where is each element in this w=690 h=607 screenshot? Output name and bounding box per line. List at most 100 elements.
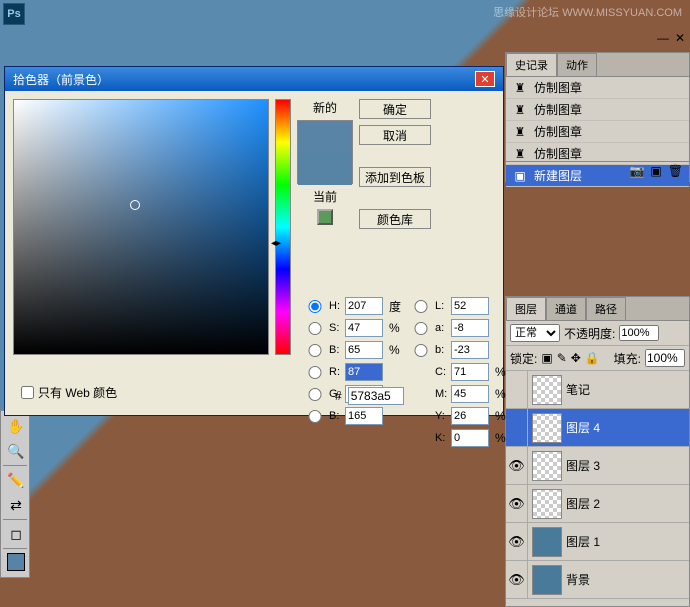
- ok-button[interactable]: 确定: [359, 99, 431, 119]
- visibility-icon[interactable]: 👁: [506, 485, 528, 522]
- tab-actions[interactable]: 动作: [557, 53, 597, 76]
- history-label: 仿制图章: [534, 101, 582, 118]
- s-input[interactable]: [345, 319, 383, 337]
- radio-b2[interactable]: [305, 410, 325, 423]
- separator: [3, 548, 27, 549]
- visibility-icon[interactable]: 👁: [506, 523, 528, 560]
- lock-trans-icon[interactable]: ▣: [541, 351, 552, 365]
- visibility-icon[interactable]: 👁: [506, 561, 528, 598]
- layer-row[interactable]: 👁 图层 2: [506, 485, 689, 523]
- layer-thumb[interactable]: [532, 375, 562, 405]
- radio-h[interactable]: [305, 300, 325, 313]
- new-snapshot-icon[interactable]: 📷: [629, 164, 644, 179]
- layer-row[interactable]: 👁图层 3: [506, 447, 689, 485]
- stamp-icon: ♜: [512, 124, 528, 140]
- history-row[interactable]: ♜ 仿制图章: [506, 77, 689, 99]
- app-icon: Ps: [3, 3, 25, 25]
- radio-s[interactable]: [305, 322, 325, 335]
- history-panel: —✕ 史记录 动作 ♜仿制图章♜仿制图章♜仿制图章♜仿制图章▣新建图层 📷 ▣ …: [505, 52, 690, 182]
- layer-name: 图层 1: [566, 533, 600, 550]
- watermark: 思缘设计论坛 WWW.MISSYUAN.COM: [493, 4, 682, 20]
- layer-thumb[interactable]: [532, 527, 562, 557]
- history-row[interactable]: ♜ 仿制图章: [506, 121, 689, 143]
- minimize-icon[interactable]: —: [657, 31, 669, 45]
- tool-mask-icon[interactable]: ◻: [4, 522, 28, 546]
- color-lib-button[interactable]: 颜色库: [359, 209, 431, 229]
- tool-hand-icon[interactable]: ✋: [4, 414, 28, 438]
- layer-name: 图层 2: [566, 495, 600, 512]
- k-input[interactable]: [451, 429, 489, 447]
- web-only-checkbox[interactable]: [21, 386, 34, 399]
- layer-row[interactable]: 👁 图层 1: [506, 523, 689, 561]
- trash-icon[interactable]: 🗑: [668, 164, 683, 179]
- lock-move-icon[interactable]: ✥: [571, 351, 581, 365]
- dialog-titlebar[interactable]: 拾色器（前景色） ✕: [5, 67, 503, 91]
- radio-r[interactable]: [305, 366, 325, 379]
- layer-name: 笔记: [566, 381, 590, 398]
- m-input[interactable]: [451, 385, 489, 403]
- layer-name: 背景: [566, 571, 590, 588]
- stamp-icon: ♜: [512, 80, 528, 96]
- hue-slider[interactable]: ◂▸: [275, 99, 291, 355]
- cube-icon[interactable]: [317, 209, 333, 225]
- tab-paths[interactable]: 路径: [586, 297, 626, 320]
- cancel-button[interactable]: 取消: [359, 125, 431, 145]
- color-fields: H:度 L: S:% a: B:% b: R: C:% G: M:% B: Y:…: [305, 297, 513, 447]
- stamp-icon: ♜: [512, 146, 528, 162]
- layer-thumb[interactable]: [532, 489, 562, 519]
- tool-zoom-icon[interactable]: 🔍: [4, 439, 28, 463]
- visibility-icon[interactable]: 👁: [506, 447, 528, 484]
- toolbar-left: ✋ 🔍 ✏️ ⇄ ◻: [0, 410, 30, 578]
- layer-thumb[interactable]: [532, 451, 562, 481]
- radio-b[interactable]: [305, 344, 325, 357]
- a-input[interactable]: [451, 319, 489, 337]
- tab-history[interactable]: 史记录: [506, 53, 557, 76]
- layer-row[interactable]: 图层 4: [506, 409, 689, 447]
- history-label: 仿制图章: [534, 79, 582, 96]
- h-input[interactable]: [345, 297, 383, 315]
- layer-row[interactable]: 笔记: [506, 371, 689, 409]
- new-doc-icon[interactable]: ▣: [650, 164, 661, 179]
- lock-paint-icon[interactable]: ✎: [557, 351, 567, 365]
- history-label: 仿制图章: [534, 145, 582, 162]
- color-field[interactable]: [13, 99, 269, 355]
- close-icon[interactable]: ✕: [675, 31, 685, 45]
- radio-l[interactable]: [411, 300, 431, 313]
- add-swatch-button[interactable]: 添加到色板: [359, 167, 431, 187]
- y-input[interactable]: [451, 407, 489, 425]
- separator: [3, 465, 27, 466]
- current-label: 当前: [313, 188, 337, 205]
- color-cursor: [130, 200, 140, 210]
- r-input[interactable]: [345, 363, 383, 381]
- b-input[interactable]: [345, 341, 383, 359]
- layer-thumb[interactable]: [532, 565, 562, 595]
- opacity-input[interactable]: [619, 325, 659, 341]
- c-input[interactable]: [451, 363, 489, 381]
- tool-brush-icon[interactable]: ✏️: [4, 468, 28, 492]
- layer-thumb[interactable]: [532, 413, 562, 443]
- hue-cursor: ◂▸: [271, 238, 297, 249]
- lock-all-icon[interactable]: 🔒: [585, 351, 600, 365]
- separator: [3, 519, 27, 520]
- b2-input[interactable]: [345, 407, 383, 425]
- foreground-color-swatch[interactable]: [7, 553, 25, 571]
- tool-swap-icon[interactable]: ⇄: [4, 493, 28, 517]
- tab-channels[interactable]: 通道: [546, 297, 586, 320]
- l-input[interactable]: [451, 297, 489, 315]
- radio-a[interactable]: [411, 322, 431, 335]
- history-row[interactable]: ♜ 仿制图章: [506, 99, 689, 121]
- radio-lab-b[interactable]: [411, 344, 431, 357]
- current-color-swatch[interactable]: [298, 153, 352, 185]
- radio-g[interactable]: [305, 388, 325, 401]
- close-icon[interactable]: ✕: [475, 71, 495, 87]
- blend-mode-select[interactable]: 正常: [510, 324, 560, 342]
- stamp-icon: ♜: [512, 102, 528, 118]
- fill-input[interactable]: [645, 349, 685, 367]
- hex-row: #: [335, 387, 404, 405]
- history-label: 仿制图章: [534, 123, 582, 140]
- lab-b-input[interactable]: [451, 341, 489, 359]
- layer-row[interactable]: 👁 背景: [506, 561, 689, 599]
- hex-input[interactable]: [348, 387, 404, 405]
- hash-label: #: [335, 389, 342, 403]
- new-color-swatch: [298, 121, 352, 153]
